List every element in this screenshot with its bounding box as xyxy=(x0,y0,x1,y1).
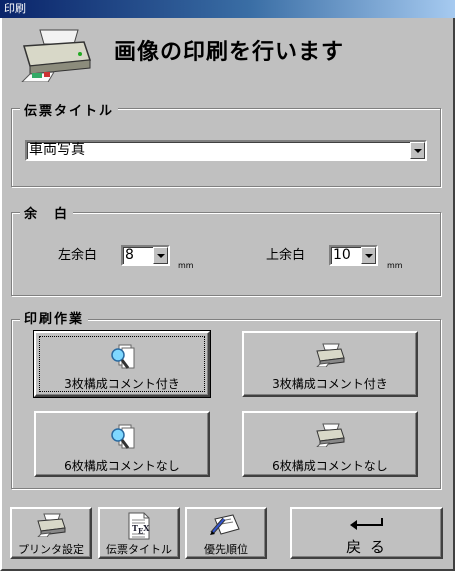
page-title: 画像の印刷を行います xyxy=(114,40,345,65)
priority-label: 優先順位 xyxy=(204,543,248,556)
pen-and-paper-icon xyxy=(209,513,243,537)
preview-6-no-comment-label: 6枚構成コメントなし xyxy=(64,459,180,473)
left-margin-label: 左余白 xyxy=(58,248,98,263)
chevron-down-icon[interactable] xyxy=(361,247,376,264)
document-icon: TEX xyxy=(127,512,151,540)
preview-3-with-comment-button[interactable]: 3枚構成コメント付き xyxy=(33,330,211,398)
left-margin-unit: mm xyxy=(178,261,194,270)
print-3-with-comment-button[interactable]: 3枚構成コメント付き xyxy=(242,331,418,397)
left-margin-select[interactable]: 8 xyxy=(121,245,170,266)
return-arrow-icon xyxy=(349,517,385,531)
chevron-down-icon[interactable] xyxy=(410,142,425,159)
top-margin-select[interactable]: 10 xyxy=(329,245,378,266)
slip-title-group-label: 伝票タイトル xyxy=(20,100,119,119)
print-6-no-comment-label: 6枚構成コメントなし xyxy=(272,459,388,473)
preview-3-with-comment-label: 3枚構成コメント付き xyxy=(64,377,180,391)
slip-title-select-value: 車両写真 xyxy=(29,142,85,158)
priority-button[interactable]: 優先順位 xyxy=(185,507,267,559)
slip-title-button[interactable]: TEX 伝票タイトル xyxy=(98,507,180,559)
top-margin-value: 10 xyxy=(333,247,351,263)
back-label: 戻 る xyxy=(346,538,387,556)
printer-settings-button[interactable]: プリンタ設定 xyxy=(10,507,92,559)
chevron-down-icon[interactable] xyxy=(153,247,168,264)
print-group-label: 印刷作業 xyxy=(20,308,89,327)
tex-logo: TEX xyxy=(132,523,150,536)
left-margin-value: 8 xyxy=(125,247,134,263)
top-margin-unit: mm xyxy=(387,261,403,270)
window-titlebar: 印刷 xyxy=(0,0,455,18)
printer-icon xyxy=(315,423,345,448)
preview-icon xyxy=(109,343,135,371)
print-3-with-comment-label: 3枚構成コメント付き xyxy=(272,377,388,391)
print-6-no-comment-button[interactable]: 6枚構成コメントなし xyxy=(242,411,418,477)
top-margin-label: 上余白 xyxy=(266,248,306,263)
printer-icon xyxy=(18,26,94,83)
margin-group-label: 余 白 xyxy=(20,203,74,222)
slip-title-button-label: 伝票タイトル xyxy=(106,543,172,556)
printer-icon xyxy=(36,513,66,538)
preview-icon xyxy=(109,423,135,451)
printer-settings-label: プリンタ設定 xyxy=(18,543,84,556)
printer-icon xyxy=(315,343,345,368)
slip-title-select[interactable]: 車両写真 xyxy=(25,140,427,161)
preview-6-no-comment-button[interactable]: 6枚構成コメントなし xyxy=(34,411,210,477)
back-button[interactable]: 戻 る xyxy=(290,507,443,559)
window-title: 印刷 xyxy=(4,2,26,15)
